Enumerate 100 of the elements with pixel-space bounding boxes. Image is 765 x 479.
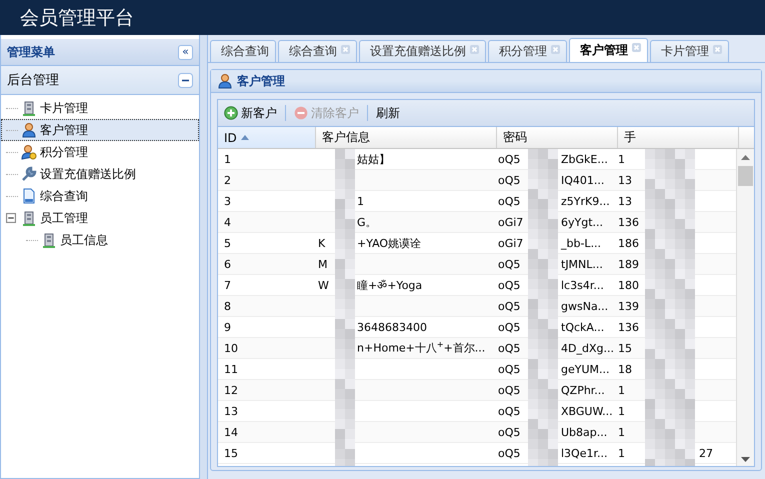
table-cell: 9 bbox=[224, 320, 231, 334]
table-cell: oQ5 bbox=[498, 174, 520, 186]
collapse-toggle-icon[interactable] bbox=[6, 213, 16, 223]
table-cell: K bbox=[318, 236, 326, 250]
tab[interactable]: 设置充值赠送比例 bbox=[359, 40, 486, 62]
table-cell: 13 bbox=[618, 194, 632, 208]
table-cell: 5 bbox=[224, 236, 231, 250]
table-cell: oQ5 bbox=[498, 258, 520, 270]
table-cell: 4D_dXg... bbox=[561, 342, 614, 354]
tab[interactable]: 综合查询 bbox=[210, 40, 276, 62]
table-cell: 180 bbox=[618, 278, 639, 292]
table-cell: 189 bbox=[618, 258, 639, 270]
table-cell: 7 bbox=[224, 278, 231, 292]
table-cell: IQ401... bbox=[561, 174, 604, 186]
table-cell: 3 bbox=[224, 194, 231, 208]
tab[interactable]: 客户管理 bbox=[569, 38, 648, 62]
table-cell: tJMNL... bbox=[561, 258, 603, 270]
table-cell: oQ5 bbox=[498, 300, 520, 312]
building-icon bbox=[21, 100, 37, 116]
scrollbar-thumb[interactable] bbox=[738, 166, 753, 186]
table-cell: oQ5 bbox=[498, 384, 520, 396]
tree-item[interactable]: 员工管理 bbox=[1, 207, 199, 229]
table-cell: 186 bbox=[618, 236, 639, 250]
table-cell: +YAO姚谟诠 bbox=[357, 236, 422, 250]
document-icon bbox=[21, 188, 37, 204]
table-cell: n+Home+十八$^{+}$+首尔... bbox=[357, 340, 486, 356]
table-cell: lc3s4r... bbox=[561, 278, 604, 292]
table-cell: 136 bbox=[618, 320, 639, 334]
table-cell-text: 瞳+ॐ+Yoga bbox=[357, 278, 422, 293]
table-cell: 15 bbox=[618, 342, 632, 354]
table-cell: ZbGkE... bbox=[561, 152, 608, 166]
table-cell: M bbox=[318, 258, 328, 270]
tab[interactable]: 综合查询 bbox=[278, 40, 357, 62]
wrench-icon bbox=[21, 166, 37, 182]
panel-title: 客户管理 bbox=[237, 72, 285, 90]
column-header[interactable]: 客户信息 bbox=[316, 127, 497, 148]
table-cell: _bb-L... bbox=[561, 236, 602, 250]
table-cell: 139 bbox=[618, 300, 639, 312]
table-cell: QZPhr... bbox=[561, 384, 605, 396]
close-icon[interactable] bbox=[470, 45, 479, 54]
table-cell: oQ5 bbox=[498, 278, 520, 292]
table-cell: 14 bbox=[224, 426, 238, 438]
app-title: 会员管理平台 bbox=[20, 6, 134, 30]
person-icon bbox=[21, 122, 37, 138]
table-cell: 12 bbox=[224, 384, 238, 396]
table-cell: 4 bbox=[224, 216, 231, 228]
table-cell: 6 bbox=[224, 258, 231, 270]
close-icon[interactable] bbox=[341, 45, 350, 54]
tree-item[interactable]: 积分管理 bbox=[1, 141, 199, 163]
table-cell: 27 bbox=[699, 446, 713, 460]
remove-icon bbox=[294, 106, 308, 120]
table-cell: 15 bbox=[224, 446, 238, 460]
table-cell: oQ5 bbox=[498, 404, 520, 418]
table-cell: 3648683400 bbox=[357, 320, 427, 334]
tree-item[interactable]: 综合查询 bbox=[1, 185, 199, 207]
table-cell: 8 bbox=[224, 300, 231, 312]
table-cell: gwsNa... bbox=[561, 300, 608, 312]
table-cell: 1 bbox=[618, 426, 625, 438]
tab[interactable]: 卡片管理 bbox=[650, 40, 729, 62]
table-cell: XBGUW... bbox=[561, 404, 613, 418]
tab[interactable]: 积分管理 bbox=[488, 40, 567, 62]
tree-item[interactable]: 员工信息 bbox=[1, 229, 199, 251]
table-cell: l3Qe1r... bbox=[561, 446, 608, 460]
table-cell: 2 bbox=[224, 174, 231, 186]
table-cell: 18 bbox=[618, 362, 632, 376]
table-cell: oQ5 bbox=[498, 342, 520, 354]
table-cell: z5YrK9... bbox=[561, 194, 610, 208]
table-cell: 10 bbox=[224, 342, 238, 354]
splitter[interactable] bbox=[200, 35, 208, 479]
add-icon bbox=[224, 106, 238, 120]
close-icon[interactable] bbox=[632, 43, 641, 52]
column-header[interactable]: 密码 bbox=[497, 127, 618, 148]
tree-item[interactable]: 卡片管理 bbox=[1, 97, 199, 119]
table-cell: 1 bbox=[618, 384, 625, 396]
building-icon bbox=[21, 210, 37, 226]
close-icon[interactable] bbox=[713, 45, 722, 54]
scroll-down-icon[interactable] bbox=[741, 457, 750, 462]
table-cell: oQ5 bbox=[498, 362, 520, 376]
person-key-icon bbox=[21, 144, 37, 160]
table-cell: Ub8ap... bbox=[561, 426, 608, 438]
column-header[interactable]: 手 bbox=[618, 127, 739, 148]
tree-item[interactable]: 设置充值赠送比例 bbox=[1, 163, 199, 185]
table-cell: G。 bbox=[357, 214, 377, 230]
collapse-icon[interactable] bbox=[178, 72, 193, 88]
table-cell: 11 bbox=[224, 362, 238, 376]
table-cell: geYUM... bbox=[561, 362, 610, 376]
column-header[interactable]: ID bbox=[218, 127, 316, 148]
table-cell: 1 bbox=[618, 446, 625, 460]
toolbar-button[interactable]: 刷新 bbox=[374, 104, 402, 122]
scrollbar[interactable] bbox=[736, 149, 754, 466]
toolbar-button[interactable]: 新客户 bbox=[222, 104, 279, 122]
scroll-up-icon[interactable] bbox=[741, 155, 750, 160]
table-cell: 姑姑】 bbox=[357, 152, 390, 166]
close-icon[interactable] bbox=[551, 45, 560, 54]
table-cell: oQ5 bbox=[498, 320, 520, 334]
table-cell: 1 bbox=[618, 404, 625, 418]
tree-item[interactable]: 客户管理 bbox=[1, 119, 199, 141]
table-cell: 1 bbox=[618, 152, 625, 166]
collapse-button[interactable]: « bbox=[178, 44, 193, 60]
table-cell: oQ5 bbox=[498, 426, 520, 438]
